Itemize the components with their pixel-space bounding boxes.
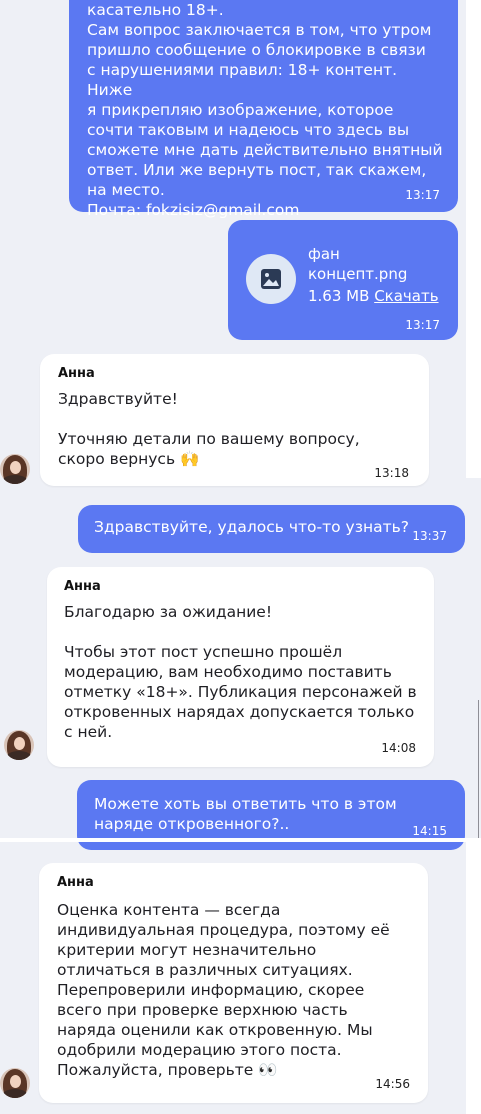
message-time: 14:56 [375, 1077, 410, 1091]
message-text: касательно 18+. Сам вопрос заключается в… [87, 1, 443, 219]
message-time: 13:37 [412, 529, 447, 543]
incoming-message[interactable]: Анна Благодарю за ожидание! Чтобы этот п… [47, 567, 434, 767]
download-link[interactable]: Скачать [374, 287, 438, 305]
file-size: 1.63 MB [308, 287, 370, 305]
file-meta: 1.63 MB Скачать [308, 286, 439, 306]
message-text: Можете хоть вы ответить что в этом наряд… [94, 795, 397, 833]
message-time: 14:08 [381, 741, 416, 755]
avatar[interactable] [0, 454, 30, 484]
incoming-message[interactable]: Анна Оценка контента — всегда индивидуал… [39, 863, 428, 1103]
avatar[interactable] [4, 730, 34, 760]
message-text: Оценка контента — всегда индивидуальная … [57, 901, 390, 1079]
outgoing-message[interactable]: касательно 18+. Сам вопрос заключается в… [69, 0, 458, 219]
message-time: 13:17 [405, 318, 440, 332]
screenshot-seam [0, 838, 481, 842]
message-text: Благодарю за ожидание! Чтобы этот пост у… [64, 603, 417, 741]
message-text: Здравствуйте! Уточняю детали по вашему в… [58, 390, 360, 468]
outgoing-message[interactable]: Здравствуйте, удалось что-то узнать? 13:… [78, 505, 465, 553]
sender-name: Анна [57, 875, 94, 890]
avatar[interactable] [0, 1068, 30, 1098]
message-time: 13:17 [405, 188, 440, 202]
message-time: 13:18 [374, 466, 409, 480]
outgoing-file-message[interactable]: фан концепт.png 1.63 MB Скачать 13:17 [228, 220, 458, 340]
crop-edge-line [478, 700, 479, 838]
sender-name: Анна [58, 366, 95, 381]
incoming-message[interactable]: Анна Здравствуйте! Уточняю детали по ваш… [40, 354, 429, 486]
message-time: 14:15 [412, 824, 447, 838]
image-icon[interactable] [246, 254, 296, 304]
message-text: Здравствуйте, удалось что-то узнать? [94, 518, 409, 536]
file-name: фан концепт.png [308, 245, 408, 283]
sender-name: Анна [64, 579, 101, 594]
